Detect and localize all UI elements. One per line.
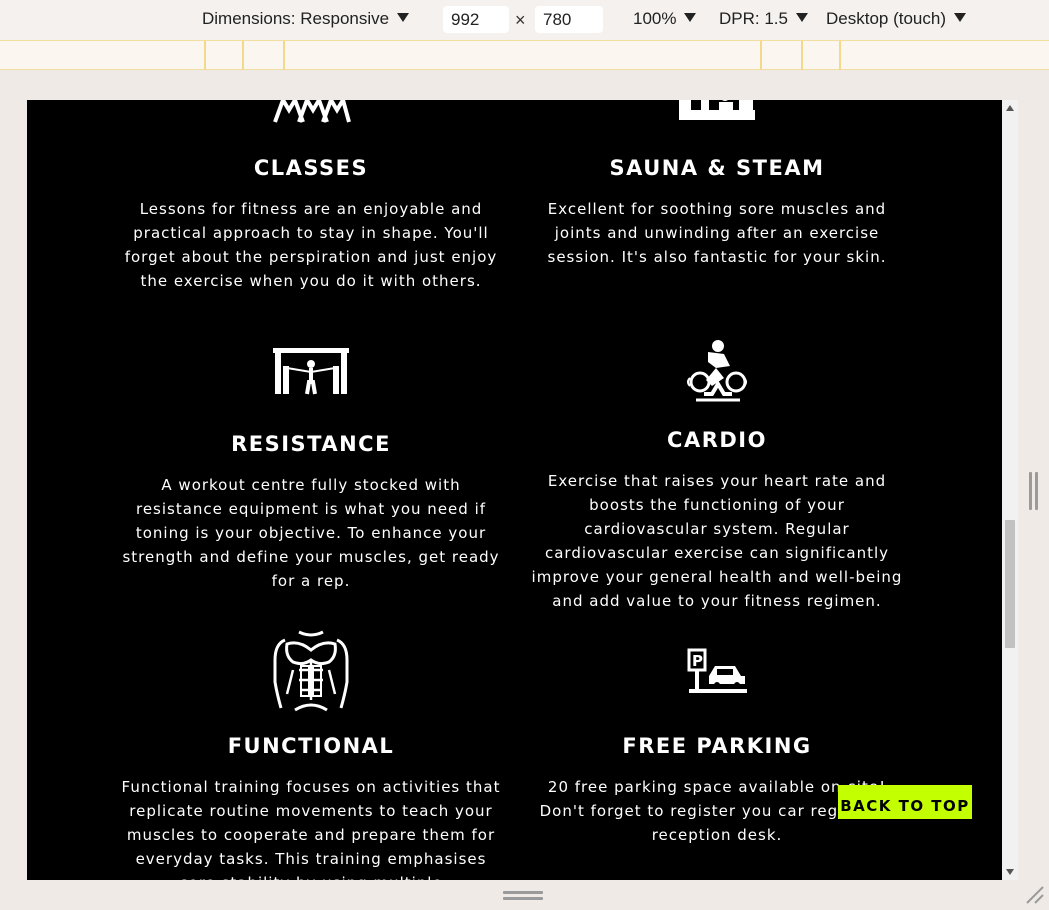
scroll-down-arrow-icon[interactable] xyxy=(1006,869,1014,875)
dpr-label: DPR: 1.5 xyxy=(719,9,788,28)
feature-description: Excellent for soothing sore muscles and … xyxy=(547,200,887,266)
svg-text:P: P xyxy=(692,652,703,670)
torso-muscles-icon xyxy=(273,630,349,712)
times-symbol: × xyxy=(515,10,526,30)
chevron-down-icon xyxy=(954,13,966,22)
device-mode-dropdown[interactable]: Desktop (touch) xyxy=(826,9,966,29)
feature-description: Exercise that raises your heart rate and… xyxy=(531,472,903,610)
feature-description: A workout centre fully stocked with resi… xyxy=(122,476,500,590)
chevron-down-icon xyxy=(795,13,808,22)
feature-title: SAUNA & STEAM xyxy=(609,156,825,180)
feature-title: FREE PARKING xyxy=(622,734,812,758)
zoom-dropdown[interactable]: 100% xyxy=(633,9,697,29)
media-query-marker[interactable] xyxy=(839,41,841,70)
sauna-icon xyxy=(679,100,755,120)
dimensions-dropdown[interactable]: Dimensions: Responsive xyxy=(202,9,410,29)
resize-corner-icon[interactable] xyxy=(1025,885,1045,905)
page-viewport[interactable]: CLASSES Lessons for fitness are an enjoy… xyxy=(27,100,1002,880)
height-input[interactable] xyxy=(535,6,603,33)
dpr-dropdown[interactable]: DPR: 1.5 xyxy=(719,9,808,29)
width-input[interactable] xyxy=(443,6,509,33)
media-query-marker[interactable] xyxy=(801,41,803,70)
feature-title: RESISTANCE xyxy=(231,432,391,456)
device-mode-label: Desktop (touch) xyxy=(826,9,946,28)
feature-sauna: SAUNA & STEAM Excellent for soothing sor… xyxy=(527,100,907,269)
device-toolbar: Dimensions: Responsive × 100% DPR: 1.5 D… xyxy=(0,0,1049,40)
group-exercise-icon xyxy=(273,100,351,123)
parking-car-icon: P xyxy=(687,648,747,693)
back-to-top-button[interactable]: BACK TO TOP xyxy=(838,785,972,819)
feature-title: CLASSES xyxy=(253,156,369,180)
media-query-marker[interactable] xyxy=(204,41,206,70)
media-query-marker[interactable] xyxy=(760,41,762,70)
feature-functional: FUNCTIONAL Functional training focuses o… xyxy=(121,630,501,880)
chevron-down-icon xyxy=(684,13,697,22)
feature-cardio: CARDIO Exercise that raises your heart r… xyxy=(527,338,907,613)
media-query-marker[interactable] xyxy=(242,41,244,70)
scrollbar-thumb[interactable] xyxy=(1005,520,1015,648)
resize-width-handle[interactable] xyxy=(1029,472,1039,510)
feature-description: Functional training focuses on activitie… xyxy=(121,778,501,880)
exercise-bike-icon xyxy=(687,340,747,402)
feature-classes: CLASSES Lessons for fitness are an enjoy… xyxy=(121,100,501,293)
dimensions-label: Dimensions: Responsive xyxy=(202,9,390,28)
cable-machine-icon xyxy=(273,348,349,395)
feature-resistance: RESISTANCE A workout centre fully stocke… xyxy=(121,346,501,593)
media-query-marker[interactable] xyxy=(283,41,285,70)
resize-height-handle[interactable] xyxy=(503,891,543,901)
media-query-bar[interactable] xyxy=(0,40,1049,70)
feature-description: Lessons for fitness are an enjoyable and… xyxy=(124,200,498,290)
page-scrollbar[interactable] xyxy=(1002,100,1018,880)
feature-title: FUNCTIONAL xyxy=(227,734,395,758)
chevron-down-icon xyxy=(397,13,410,22)
zoom-label: 100% xyxy=(633,9,677,28)
scroll-up-arrow-icon[interactable] xyxy=(1006,105,1014,111)
feature-title: CARDIO xyxy=(667,428,767,452)
